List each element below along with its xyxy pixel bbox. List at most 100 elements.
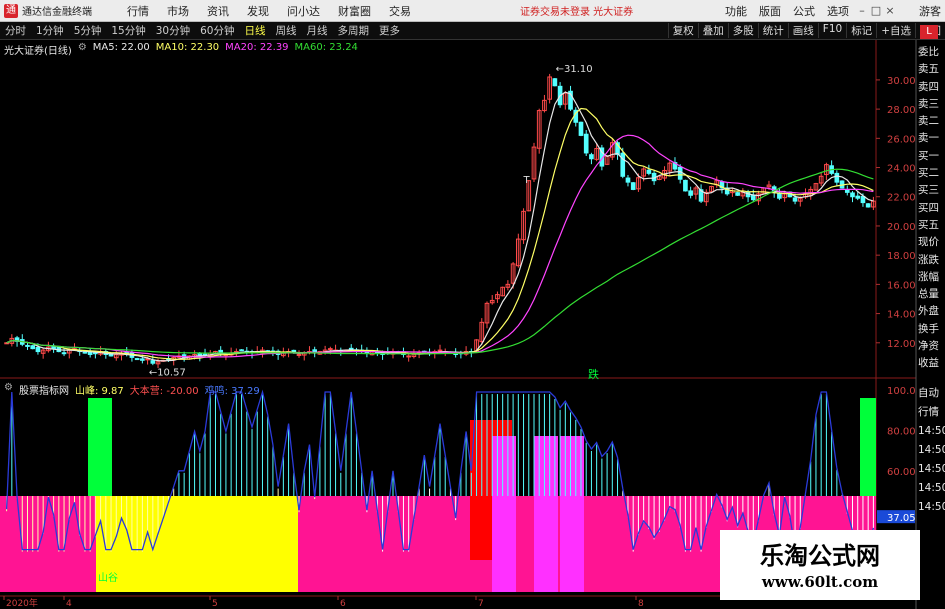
- side-item[interactable]: 委比: [918, 44, 945, 61]
- shanfeng-label: 山峰: 9.87: [74, 386, 124, 397]
- ma5-line: [6, 91, 874, 362]
- sub-tick-label: 80.00: [887, 426, 916, 437]
- candle-body: [150, 360, 156, 364]
- price-tick-label: 26.00: [887, 134, 916, 145]
- watermark-title: 乐淘公式网: [760, 542, 880, 570]
- candle-body: [620, 152, 626, 177]
- die-marker: 跌: [588, 367, 599, 381]
- green-signal-bar: [88, 398, 112, 496]
- candle-body: [239, 349, 244, 352]
- jiming-label: 鸡鸣: 37.29: [204, 386, 260, 397]
- candle-body: [735, 192, 740, 196]
- side-item[interactable]: 卖一: [918, 130, 945, 147]
- candle-body: [93, 352, 98, 355]
- side-item[interactable]: 买二: [918, 165, 945, 182]
- indicator-title: 股票指标网: [18, 386, 69, 397]
- side-item[interactable]: 涨幅: [918, 269, 945, 286]
- candle-body: [646, 169, 652, 174]
- side-item[interactable]: 净资: [918, 338, 945, 355]
- candle-body: [677, 166, 683, 180]
- candle-body: [87, 351, 93, 355]
- candle-body: [855, 195, 861, 199]
- price-tick-label: 28.00: [887, 105, 916, 116]
- side-item[interactable]: 行情: [918, 403, 945, 422]
- side-item: 14:50: [918, 482, 945, 494]
- low-price-label: ←10.57: [149, 368, 186, 379]
- price-tick-label: 16.00: [887, 280, 916, 291]
- chart-title: 光大证券(日线): [4, 46, 72, 57]
- date-tick-label: 5: [212, 599, 218, 609]
- side-item[interactable]: 涨跌: [918, 252, 945, 269]
- side-item[interactable]: 买四: [918, 200, 945, 217]
- candle-body: [625, 177, 631, 183]
- shangu-label: 山谷: [98, 572, 118, 584]
- ma60-label: MA60: 23.24: [294, 42, 358, 53]
- pink-signal-bar: [560, 436, 584, 592]
- watermark: 乐淘公式网 www.60lt.com: [720, 530, 920, 600]
- quote-side-panel: 委比 卖五 卖四 卖三 卖二 卖一 买一 买二 买三 买四 买五 现价 涨跌 涨…: [918, 44, 945, 373]
- side-item: 14:50: [918, 444, 945, 456]
- side-item: 14:50: [918, 463, 945, 475]
- sub-legend: ⚙ 股票指标网 山峰: 9.87 大本营: -20.00 鸡鸣: 37.29: [4, 382, 260, 397]
- date-tick-label: 8: [638, 599, 644, 609]
- candle-body: [844, 189, 850, 193]
- side-item[interactable]: 卖三: [918, 96, 945, 113]
- candle-body: [406, 355, 411, 358]
- sub-tick-label: 60.00: [887, 467, 916, 478]
- candle-body: [25, 344, 30, 347]
- side-item[interactable]: 卖五: [918, 61, 945, 78]
- side-item[interactable]: 买一: [918, 148, 945, 165]
- side-item[interactable]: 卖二: [918, 113, 945, 130]
- magenta-zone: [0, 496, 96, 592]
- ma20-label: MA20: 22.39: [225, 42, 289, 53]
- side-item[interactable]: 外盘: [918, 303, 945, 320]
- t-marker: T: [523, 175, 531, 186]
- sub-side-panel: 自动 行情 14:50 14:50 14:50 14:50 14:50: [918, 384, 945, 517]
- candle-body: [683, 179, 688, 192]
- candle-body: [348, 347, 354, 350]
- price-tick-label: 12.00: [887, 339, 916, 350]
- price-tick-label: 14.00: [887, 310, 916, 321]
- side-item: 14:50: [918, 501, 945, 513]
- side-item: 14:50: [918, 425, 945, 437]
- main-legend: 光大证券(日线) ⚙ MA5: 22.00 MA10: 22.30 MA20: …: [4, 42, 358, 57]
- candle-body: [589, 154, 594, 160]
- ma60-line: [6, 168, 874, 355]
- green-signal-bar: [860, 398, 876, 496]
- side-item[interactable]: 卖四: [918, 79, 945, 96]
- dabenying-label: 大本营: -20.00: [129, 386, 199, 397]
- candle-body: [583, 133, 589, 154]
- ma5-label: MA5: 22.00: [92, 42, 150, 53]
- side-item[interactable]: 自动: [918, 384, 945, 403]
- date-tick-label: 4: [66, 599, 72, 609]
- side-item[interactable]: 收益: [918, 355, 945, 372]
- candle-body: [792, 197, 798, 202]
- ma10-label: MA10: 22.30: [155, 42, 220, 53]
- side-item[interactable]: 总量: [918, 286, 945, 303]
- settings-icon[interactable]: ⚙: [4, 382, 13, 397]
- side-item[interactable]: 买五: [918, 217, 945, 234]
- candle-body: [35, 346, 41, 353]
- side-item[interactable]: 现价: [918, 234, 945, 251]
- date-tick-label: 2020年: [6, 597, 38, 609]
- side-item[interactable]: 买三: [918, 182, 945, 199]
- price-tick-label: 18.00: [887, 251, 916, 262]
- price-tick-label: 22.00: [887, 193, 916, 204]
- price-tick-label: 24.00: [887, 164, 916, 175]
- candle-body: [578, 121, 584, 136]
- candle-body: [4, 342, 9, 345]
- candle-body: [552, 78, 558, 87]
- candlestick-chart[interactable]: 30.00 28.00 26.00 24.00 22.00 20.00 18.00 16.00…: [0, 0, 945, 609]
- settings-icon[interactable]: ⚙: [78, 42, 87, 57]
- date-tick-label: 6: [340, 599, 346, 609]
- pink-signal-bar: [492, 436, 516, 592]
- candle-body: [850, 192, 855, 198]
- sub-tick-label: 37.05: [887, 513, 916, 524]
- ma20-line: [6, 134, 874, 358]
- candle-body: [328, 348, 333, 351]
- sub-tick-label: 100.0: [887, 386, 916, 397]
- candle-body: [61, 352, 67, 355]
- candle-body: [437, 349, 443, 352]
- side-item[interactable]: 换手: [918, 321, 945, 338]
- candle-body: [865, 203, 871, 208]
